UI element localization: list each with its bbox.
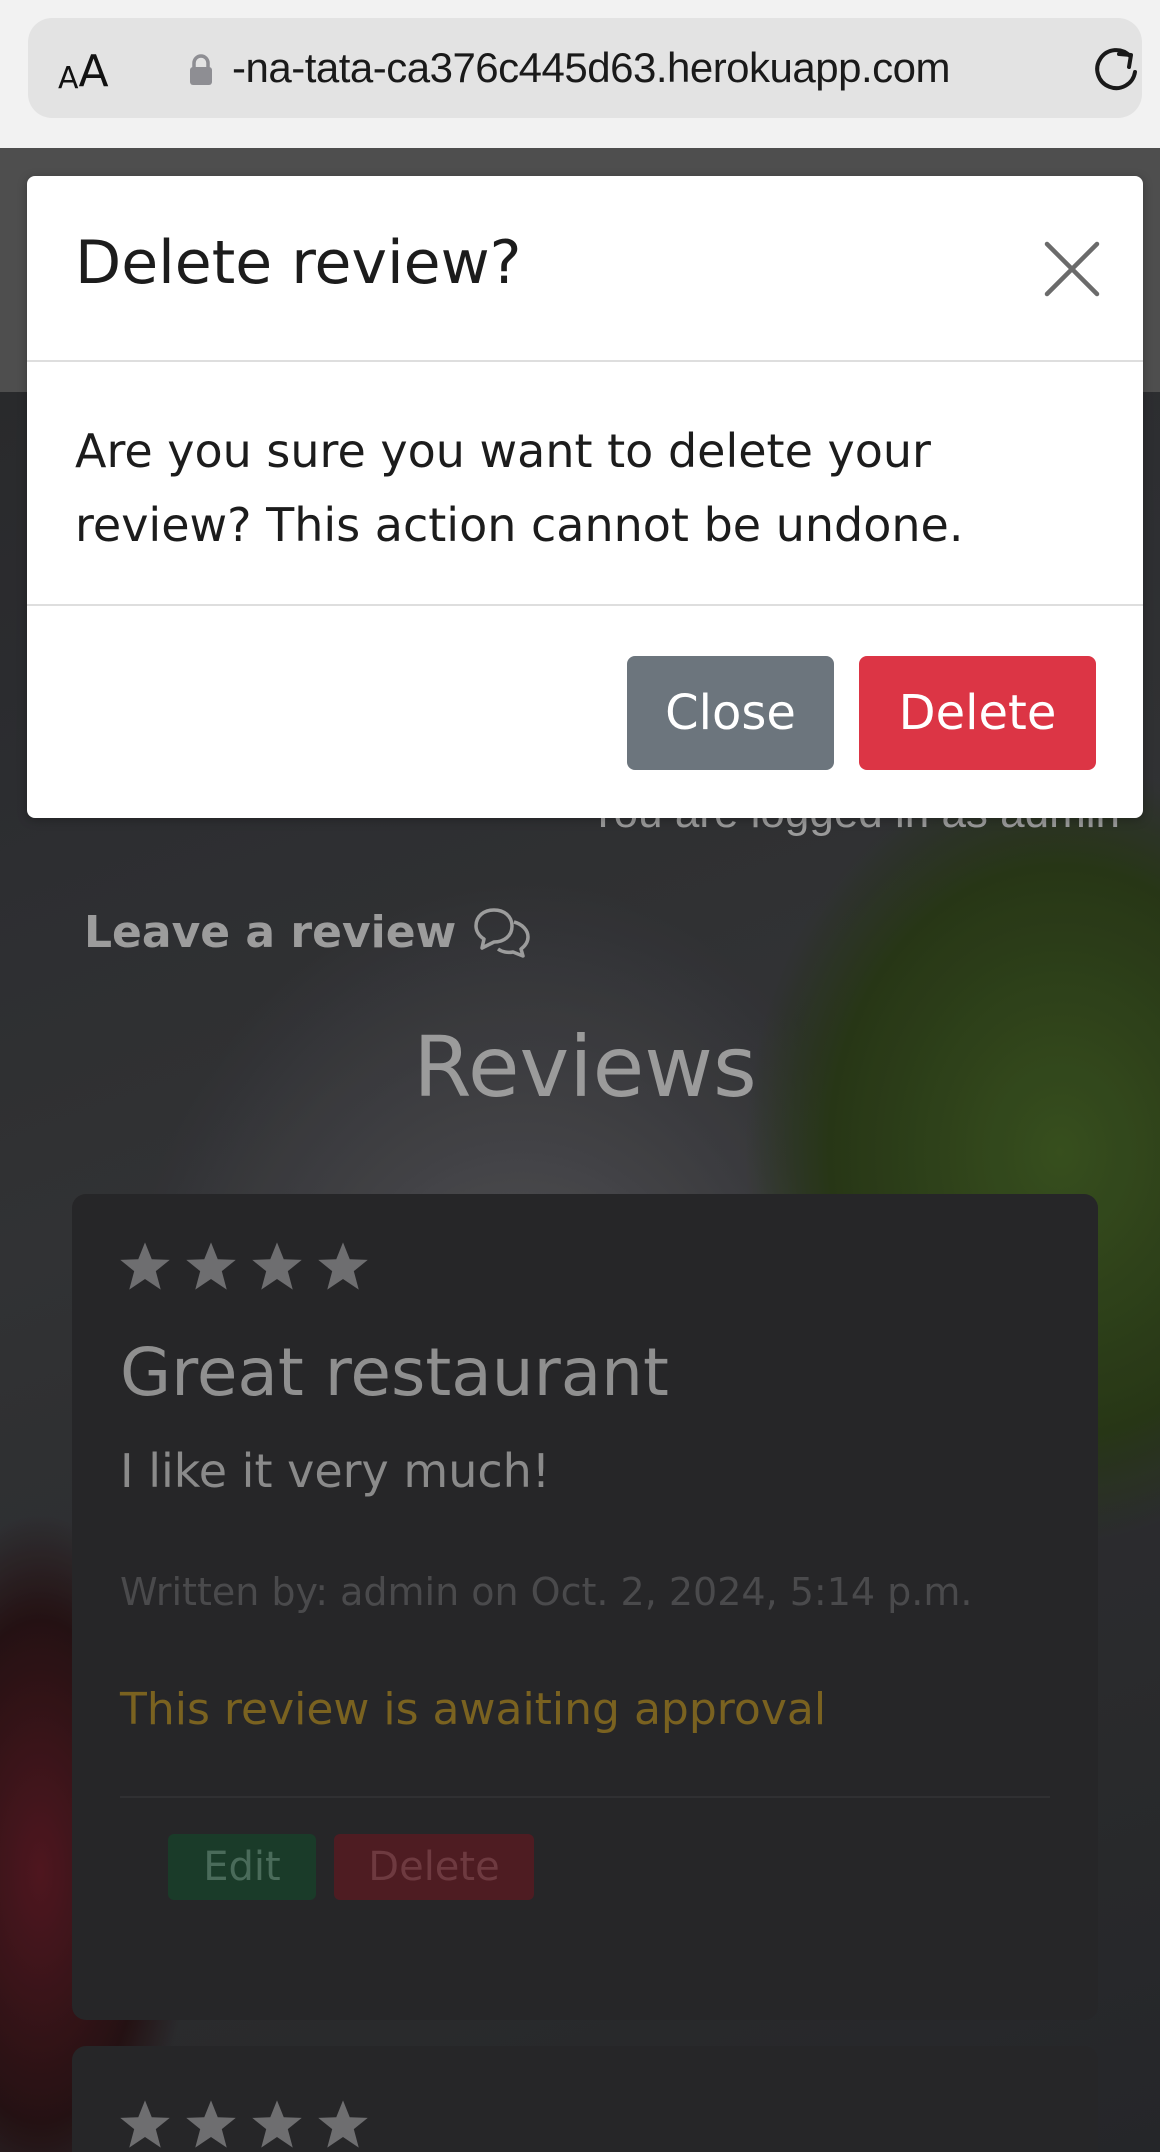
close-button[interactable]: Close (627, 656, 834, 770)
divider (120, 1796, 1050, 1798)
star-icon (186, 1242, 236, 1290)
review-meta: Written by: admin on Oct. 2, 2024, 5:14 … (120, 1570, 973, 1614)
text-size-button[interactable]: AA (58, 44, 109, 94)
review-body: I like it very much! (120, 1444, 551, 1498)
review-title: Great restaurant (120, 1334, 669, 1411)
star-icon (186, 2100, 236, 2148)
delete-review-button[interactable]: Delete (334, 1834, 534, 1900)
modal-body-text: Are you sure you want to delete your rev… (75, 424, 964, 552)
review-card: Great restaurant I like it very much! Wr… (72, 1194, 1098, 2020)
chat-bubbles-icon (474, 908, 530, 958)
star-icon (252, 1242, 302, 1290)
leave-review-label: Leave a review (84, 906, 457, 958)
modal-footer-divider (27, 604, 1143, 606)
star-rating (118, 2098, 370, 2150)
star-icon (120, 1242, 170, 1290)
edit-review-button[interactable]: Edit (168, 1834, 316, 1900)
reviews-heading: Reviews (413, 1018, 757, 1116)
review-status: This review is awaiting approval (120, 1684, 827, 1735)
lock-icon (190, 54, 212, 85)
modal-title: Delete review? (75, 228, 522, 298)
delete-review-modal: Delete review? Are you sure you want to … (27, 176, 1143, 818)
leave-review-link[interactable]: Leave a review (84, 906, 532, 958)
star-icon (318, 2100, 368, 2148)
url-text: -na-tata-ca376c445d63.herokuapp.com (232, 44, 951, 91)
star-icon (318, 1242, 368, 1290)
review-card (72, 2046, 1098, 2152)
close-icon[interactable] (1043, 240, 1101, 298)
browser-toolbar: AA -na-tata-ca376c445d63.herokuapp.com (0, 0, 1160, 148)
address-bar[interactable]: AA -na-tata-ca376c445d63.herokuapp.com (28, 18, 1142, 118)
modal-header-divider (27, 360, 1143, 362)
star-rating (118, 1240, 370, 1292)
confirm-delete-button[interactable]: Delete (859, 656, 1096, 770)
star-icon (120, 2100, 170, 2148)
reload-icon[interactable] (1090, 42, 1142, 96)
star-icon (252, 2100, 302, 2148)
